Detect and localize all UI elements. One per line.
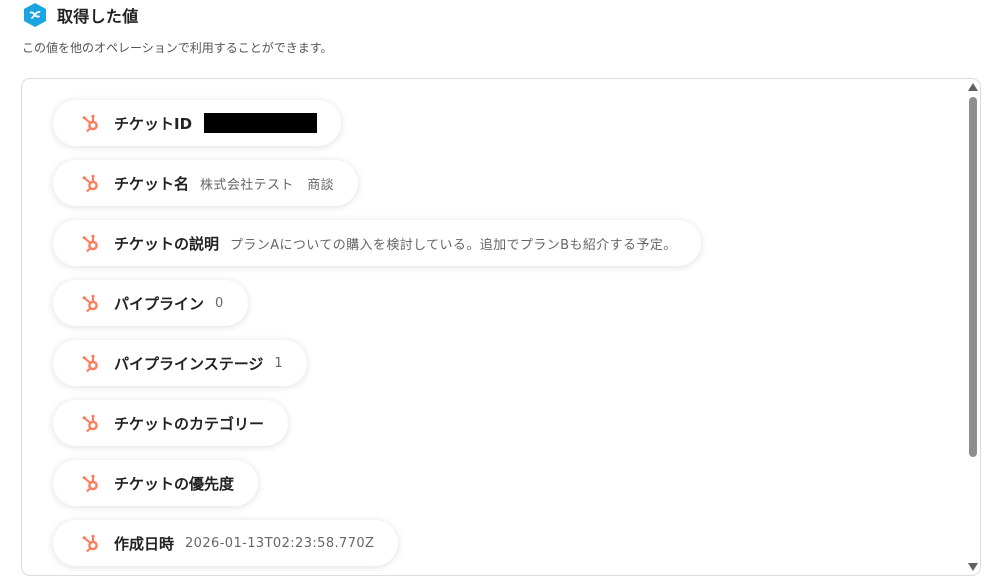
scrollbar-thumb[interactable] [969, 97, 977, 457]
value-item-ticket-category[interactable]: チケットのカテゴリー [53, 400, 289, 446]
hubspot-icon [81, 473, 101, 493]
value-item-created-at[interactable]: 作成日時 2026-01-13T02:23:58.770Z [53, 520, 399, 566]
hubspot-icon [81, 173, 101, 193]
value-item-ticket-description[interactable]: チケットの説明 プランAについての購入を検討している。追加でプランBも紹介する予… [53, 220, 701, 266]
value-label: チケットの説明 [114, 234, 220, 253]
value-item-pipeline-stage[interactable]: パイプラインステージ 1 [53, 340, 308, 386]
value-label: チケットのカテゴリー [114, 414, 265, 433]
value-text: 0 [215, 295, 224, 311]
value-label: チケットID [114, 114, 193, 133]
value-label: チケット名 [114, 174, 190, 193]
hubspot-icon [81, 413, 101, 433]
hubspot-icon [81, 233, 101, 253]
value-item-ticket-id[interactable]: チケットID [53, 100, 342, 146]
hubspot-icon [81, 353, 101, 373]
value-text: プランAについての購入を検討している。追加でプランBも紹介する予定。 [230, 237, 677, 253]
scroll-up-arrow-icon[interactable] [968, 82, 978, 92]
values-panel: チケットID チケット名 株式会社テスト 商談 チケットの説明 プランAについて… [21, 78, 981, 576]
value-item-pipeline[interactable]: パイプライン 0 [53, 280, 248, 326]
value-item-ticket-name[interactable]: チケット名 株式会社テスト 商談 [53, 160, 359, 206]
page-subtitle: この値を他のオペレーションで利用することができます。 [22, 41, 333, 55]
page: 取得した値 この値を他のオペレーションで利用することができます。 チケットID … [0, 0, 1003, 578]
value-label: 作成日時 [114, 534, 175, 553]
value-label: チケットの優先度 [114, 474, 235, 493]
value-text: 1 [274, 355, 284, 371]
value-text: 2026-01-13T02:23:58.770Z [185, 535, 375, 551]
value-label: パイプライン [114, 294, 205, 313]
value-text: 株式会社テスト 商談 [200, 177, 335, 193]
header: 取得した値 [22, 2, 139, 28]
value-item-ticket-priority[interactable]: チケットの優先度 [53, 460, 259, 506]
hubspot-icon [81, 113, 101, 133]
page-title: 取得した値 [57, 7, 139, 26]
hubspot-icon [81, 293, 101, 313]
scroll-down-arrow-icon[interactable] [968, 562, 978, 572]
hubspot-icon [81, 533, 101, 553]
value-label: パイプラインステージ [114, 354, 264, 373]
vertical-scrollbar[interactable] [966, 79, 980, 575]
redacted-value [204, 113, 318, 133]
yoom-logo-icon [22, 2, 48, 28]
